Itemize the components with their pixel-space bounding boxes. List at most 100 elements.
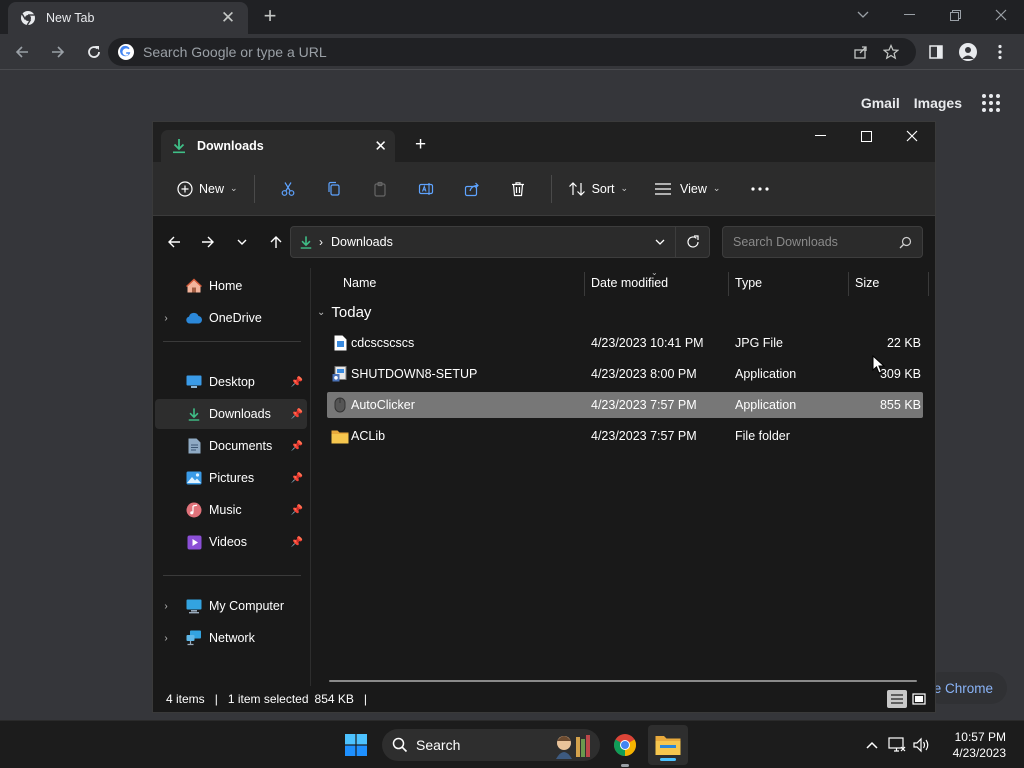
refresh-icon[interactable] [675,227,709,257]
reload-button[interactable] [78,36,110,68]
file-row-selected[interactable]: AutoClicker 4/23/2023 7:57 PM Applicatio… [327,392,923,418]
view-toggles [885,690,929,708]
rows-container: cdcscscscs 4/23/2023 10:41 PM JPG File 2… [311,268,935,688]
share-icon[interactable] [846,44,876,60]
file-name: ACLib [351,429,386,443]
rename-icon[interactable] [408,172,444,206]
chevron-right-icon[interactable]: › [155,313,177,324]
pin-icon[interactable]: 📌 [289,441,305,452]
cloud-icon [185,309,203,327]
chrome-toolbar-right [920,38,1016,66]
file-row[interactable]: ACLib 4/23/2023 7:57 PM File folder [327,423,923,449]
side-panel-icon[interactable] [920,38,952,66]
taskbar-chrome[interactable] [606,725,644,767]
explorer-new-tab-button[interactable]: + [415,134,426,156]
explorer-address-row: › Downloads [153,216,935,268]
pin-icon[interactable]: 📌 [289,505,305,516]
tiles-view-icon[interactable] [909,690,929,708]
nav-item-downloads[interactable]: Downloads 📌 [155,399,307,429]
address-dropdown-icon[interactable] [645,239,675,245]
maximize-icon[interactable] [843,122,889,150]
minimize-icon[interactable] [797,122,843,150]
taskbar-file-explorer[interactable] [648,725,688,765]
minimize-icon[interactable] [886,0,932,30]
customize-chrome-button[interactable]: e Chrome [925,672,1007,704]
explorer-tab-title: Downloads [197,139,264,153]
file-row[interactable]: cdcscscscs 4/23/2023 10:41 PM JPG File 2… [327,330,923,356]
omnibox-input[interactable] [143,44,846,60]
nav-item-onedrive[interactable]: › OneDrive [155,303,307,333]
explorer-tab-downloads[interactable]: Downloads ✕ [161,130,395,162]
new-tab-button[interactable]: + [258,4,282,28]
nav-item-desktop[interactable]: Desktop 📌 [155,367,307,397]
file-row[interactable]: SHUTDOWN8-SETUP 4/23/2023 8:00 PM Applic… [327,361,923,387]
explorer-search-box[interactable] [722,226,923,258]
explorer-command-bar: New ⌄ Sort ⌄ View ⌄ [153,162,935,216]
pin-icon[interactable]: 📌 [289,377,305,388]
images-link[interactable]: Images [914,95,962,111]
search-icon [899,236,912,248]
restore-icon[interactable] [932,0,978,30]
new-button[interactable]: New ⌄ [171,172,244,206]
omnibox[interactable] [108,38,916,66]
file-explorer-window: Downloads ✕ + New ⌄ Sort ⌄ View ⌄ › Down… [152,121,936,713]
view-button[interactable]: View ⌄ [648,172,726,206]
profile-avatar[interactable] [952,38,984,66]
forward-button[interactable] [42,36,74,68]
nav-item-my-computer[interactable]: › My Computer [155,591,307,621]
gmail-link[interactable]: Gmail [861,95,900,111]
command-separator [550,174,552,203]
video-icon [185,533,203,551]
chevron-right-icon[interactable]: › [155,633,177,644]
taskbar-search-label: Search [416,737,461,753]
recent-locations-button[interactable] [225,226,259,258]
tab-search-icon[interactable] [840,0,886,30]
chrome-menu-icon[interactable] [984,38,1016,66]
close-window-icon[interactable] [978,0,1024,30]
forward-button[interactable] [191,226,225,258]
sort-button[interactable]: Sort ⌄ [562,172,634,206]
pin-icon[interactable]: 📌 [289,537,305,548]
horizontal-scrollbar[interactable] [329,680,917,682]
nav-item-network[interactable]: › Network [155,623,307,653]
bookmark-star-icon[interactable] [876,44,906,60]
nav-item-videos[interactable]: Videos 📌 [155,527,307,557]
chevron-down-icon: ⌄ [712,183,721,193]
details-view-icon[interactable] [887,690,907,708]
back-button[interactable] [157,226,191,258]
cut-icon[interactable] [270,172,306,206]
up-button[interactable] [259,226,293,258]
download-arrow-icon [173,139,185,154]
computer-icon [185,597,203,615]
clock[interactable]: 10:57 PM 4/23/2023 [953,729,1006,761]
show-hidden-icons-icon[interactable] [859,741,885,749]
address-bar[interactable]: › Downloads [290,226,710,258]
close-window-icon[interactable] [889,122,935,150]
paste-icon[interactable] [362,172,398,206]
chrome-tab-new-tab[interactable]: New Tab ✕ [8,2,248,34]
share-icon[interactable] [454,172,490,206]
pin-icon[interactable]: 📌 [289,409,305,420]
nav-divider [163,341,301,342]
more-options-icon[interactable] [742,172,778,206]
start-button[interactable] [340,725,372,765]
chevron-right-icon[interactable]: › [155,601,177,612]
close-tab-icon[interactable]: ✕ [374,137,387,155]
explorer-search-input[interactable] [733,235,899,249]
file-size: 22 KB [886,336,921,350]
delete-icon[interactable] [500,172,536,206]
copy-icon[interactable] [316,172,352,206]
breadcrumb-downloads[interactable]: Downloads [331,235,645,249]
close-tab-icon[interactable]: ✕ [218,8,238,28]
google-apps-icon[interactable] [982,94,1000,112]
back-button[interactable] [6,36,38,68]
nav-item-documents[interactable]: Documents 📌 [155,431,307,461]
pin-icon[interactable]: 📌 [289,473,305,484]
nav-item-pictures[interactable]: Pictures 📌 [155,463,307,493]
taskbar-search[interactable]: Search [382,729,600,761]
network-status-icon[interactable] [885,737,909,753]
nav-item-home[interactable]: Home [155,271,307,301]
nav-item-music[interactable]: Music 📌 [155,495,307,525]
volume-icon[interactable] [909,737,933,753]
nav-item-label: My Computer [209,599,285,613]
